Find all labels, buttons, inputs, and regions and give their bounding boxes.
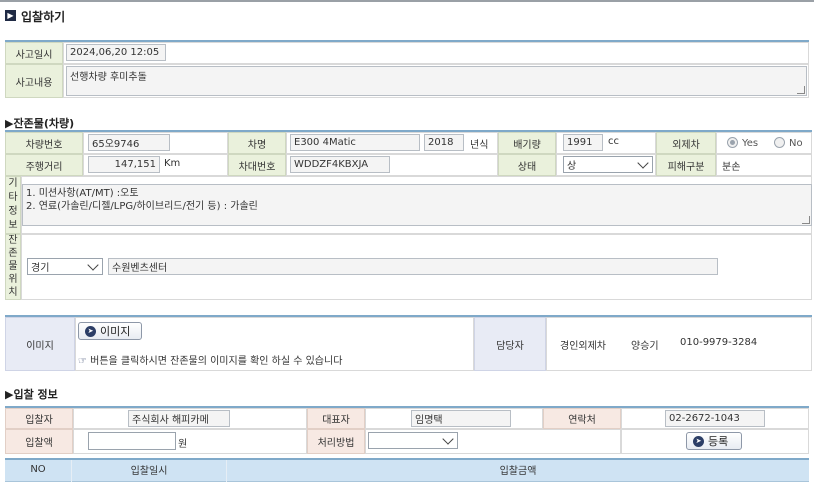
manager-label: 담당자 [474, 317, 546, 371]
top-border [0, 0, 814, 2]
manager-company: 경인외제차 [560, 341, 606, 352]
col-header-bid-date: 입찰일시 [130, 465, 168, 477]
bid-section-title: ▶입찰 정보 [5, 388, 58, 401]
processing-method-label: 처리방법 [307, 429, 365, 454]
other-info-line1: 1. 미션사항(AT/MT) :오토 [26, 188, 139, 199]
mileage-label: 주행거리 [5, 154, 83, 176]
image-button-label: 이미지 [100, 325, 131, 338]
region-select-value: 경기 [31, 263, 50, 274]
contact-field[interactable]: 02-2672-1043 [665, 410, 765, 427]
displacement-field[interactable]: 1991 [563, 134, 603, 151]
page-title: 입찰하기 [21, 10, 66, 24]
bidder-label: 입찰자 [5, 408, 73, 429]
region-select[interactable]: 경기 [27, 258, 103, 275]
processing-method-select[interactable] [368, 432, 458, 449]
accident-content-label: 사고내용 [5, 64, 63, 98]
manager-phone: 010-9979-3284 [680, 337, 758, 348]
mileage-field[interactable]: 147,151 [88, 156, 160, 173]
bid-amount-unit: 원 [178, 439, 188, 450]
accident-datetime-cell [63, 42, 809, 64]
image-hint: ☞ 버튼을 클릭하시면 잔존물의 이미지를 확인 하실 수 있습니다 [78, 352, 342, 367]
arrow-right-icon: ➤ [85, 325, 96, 337]
damage-value: 분손 [722, 162, 741, 173]
location-label: 잔 존 물 위 치 [5, 234, 21, 300]
condition-label: 상태 [498, 154, 556, 176]
accident-content-text: 선행차량 후미추돌 [70, 72, 147, 83]
other-info-label: 기 타 정 보 [5, 176, 21, 234]
other-info-label-char: 보 [8, 220, 18, 231]
representative-field[interactable]: 임명택 [411, 410, 511, 427]
title-arrow-icon: ▶ [5, 10, 16, 21]
vehicle-section-title: ▶잔존물(차량) [5, 117, 75, 130]
car-name-label: 차명 [228, 132, 286, 154]
location-label-char: 잔 [8, 235, 18, 247]
condition-select-value: 상 [567, 161, 577, 172]
chevron-down-icon [637, 156, 649, 169]
location-label-char: 존 [8, 248, 18, 260]
other-info-label-char: 타 [8, 192, 18, 203]
arrow-right-icon: ➤ [693, 435, 704, 447]
foreign-yes-radio[interactable] [727, 137, 738, 148]
accident-content-field[interactable]: 선행차량 후미추돌 [66, 66, 807, 96]
col-header-no: NO [30, 463, 46, 475]
pointing-hand-icon: ☞ [78, 356, 87, 367]
displacement-unit: cc [608, 136, 619, 147]
displacement-label: 배기량 [498, 132, 556, 154]
chevron-down-icon [87, 258, 99, 271]
accident-datetime-field[interactable]: 2024,06,20 12:05 [66, 44, 166, 61]
accident-datetime-label: 사고일시 [5, 42, 63, 64]
foreign-no-label: No [789, 138, 803, 149]
image-label: 이미지 [5, 317, 75, 371]
foreign-yes-label: Yes [742, 138, 759, 149]
year-unit: 년식 [470, 140, 489, 151]
plate-label: 차량번호 [5, 132, 83, 154]
other-info-field[interactable]: 1. 미션사항(AT/MT) :오토 2. 연료(가솔린/디젤/LPG/하이브리… [22, 184, 812, 226]
condition-select[interactable]: 상 [563, 156, 653, 173]
year-field[interactable]: 2018 [424, 134, 464, 151]
register-button-label: 등록 [708, 435, 729, 448]
col-header-bid-amount: 입찰금액 [499, 465, 537, 477]
other-info-line2: 2. 연료(가솔린/디젤/LPG/하이브리드/전기 등) : 가솔린 [26, 201, 258, 212]
location-label-char: 위 [8, 273, 18, 285]
vin-label: 차대번호 [228, 154, 286, 176]
image-button[interactable]: ➤ 이미지 [78, 322, 142, 340]
other-info-label-char: 정 [8, 206, 18, 217]
representative-label: 대표자 [307, 408, 365, 429]
image-hint-text: 버튼을 클릭하시면 잔존물의 이미지를 확인 하실 수 있습니다 [90, 356, 343, 367]
car-name-field[interactable]: E300 4Matic [290, 134, 420, 151]
location-label-char: 물 [8, 260, 18, 272]
mileage-unit: Km [164, 158, 181, 169]
location-label-char: 치 [8, 286, 18, 298]
location-detail-field[interactable]: 수원벤츠센터 [108, 258, 718, 275]
resize-handle-icon[interactable] [802, 216, 810, 224]
bid-amount-input[interactable] [88, 432, 176, 450]
resize-handle-icon[interactable] [797, 86, 805, 94]
bid-amount-label: 입찰액 [5, 429, 73, 454]
foreign-no-radio[interactable] [774, 137, 785, 148]
plate-field[interactable]: 65오9746 [88, 134, 170, 151]
other-info-label-char: 기 [8, 178, 18, 189]
contact-label: 연락처 [543, 408, 621, 429]
manager-name: 양승기 [631, 341, 659, 352]
bidder-field[interactable]: 주식회사 해피카메 [128, 410, 230, 427]
chevron-down-icon [442, 432, 454, 445]
damage-label: 피해구분 [656, 154, 716, 176]
foreign-label: 외제차 [656, 132, 716, 154]
mileage-value: 147,151 [114, 159, 156, 170]
vin-field[interactable]: WDDZF4KBXJA [290, 156, 390, 173]
register-button[interactable]: ➤ 등록 [686, 432, 742, 450]
